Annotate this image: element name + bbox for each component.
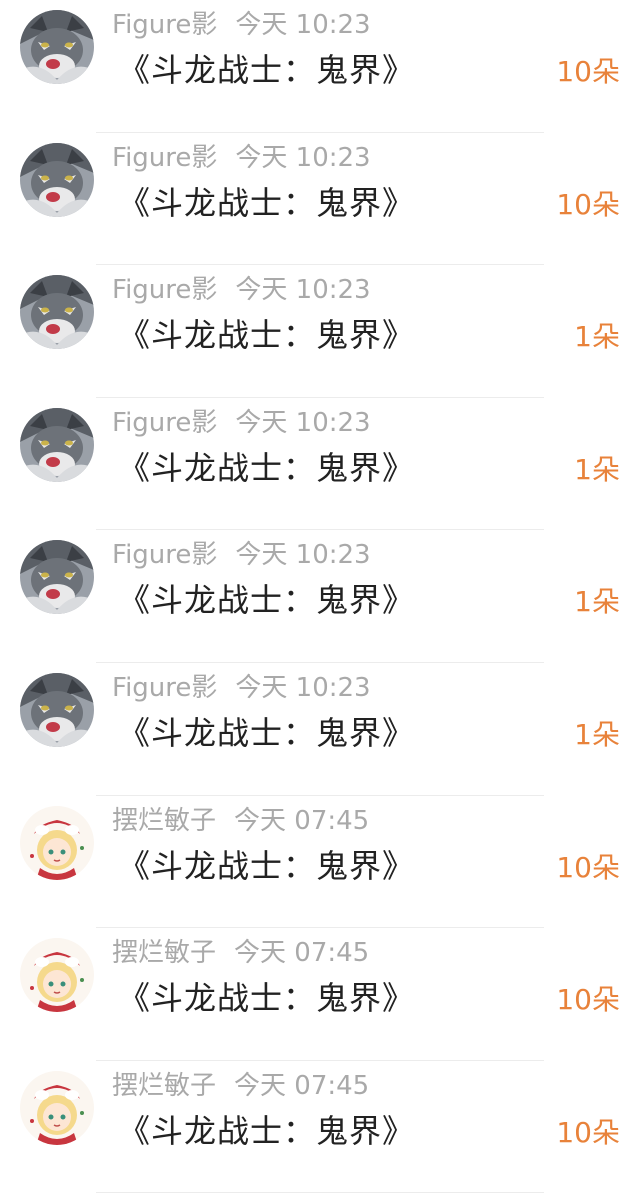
book-title[interactable]: 《斗龙战士：鬼界》 bbox=[118, 1109, 415, 1153]
cat-avatar-icon bbox=[20, 672, 94, 747]
list-item[interactable]: Figure影 今天 10:23 《斗龙战士：鬼界》 10朵 bbox=[0, 133, 640, 266]
timestamp: 今天 07:45 bbox=[234, 938, 370, 969]
user-name[interactable]: 摆烂敏子 bbox=[112, 1071, 216, 1101]
book-title[interactable]: 《斗龙战士：鬼界》 bbox=[118, 313, 415, 357]
list-item[interactable]: Figure影 今天 10:23 《斗龙战士：鬼界》 10朵 bbox=[0, 0, 640, 133]
gift-amount: 10朵 bbox=[556, 1115, 620, 1149]
cat-avatar-icon bbox=[20, 407, 94, 482]
gift-meta: Figure影 今天 10:23 bbox=[112, 538, 371, 572]
user-name[interactable]: Figure影 bbox=[112, 10, 217, 40]
book-title[interactable]: 《斗龙战士：鬼界》 bbox=[118, 48, 415, 92]
gift-meta: Figure影 今天 10:23 bbox=[112, 141, 371, 175]
cat-avatar-icon bbox=[20, 10, 94, 84]
cat-avatar-icon bbox=[20, 142, 94, 217]
list-item[interactable]: 摆烂敏子 今天 07:45 《斗龙战士：鬼界》 10朵 bbox=[0, 928, 640, 1061]
user-name[interactable]: Figure影 bbox=[112, 673, 217, 703]
gift-amount: 1朵 bbox=[574, 452, 620, 486]
avatar[interactable] bbox=[20, 938, 94, 1013]
avatar[interactable] bbox=[20, 142, 94, 217]
gift-meta: Figure影 今天 10:23 bbox=[112, 406, 371, 440]
user-name[interactable]: Figure影 bbox=[112, 143, 217, 173]
cat-avatar-icon bbox=[20, 540, 94, 615]
list-item[interactable]: Figure影 今天 10:23 《斗龙战士：鬼界》 1朵 bbox=[0, 265, 640, 398]
avatar[interactable] bbox=[20, 275, 94, 350]
list-item[interactable]: 摆烂敏子 今天 07:45 《斗龙战士：鬼界》 10朵 bbox=[0, 796, 640, 929]
user-name[interactable]: Figure影 bbox=[112, 275, 217, 305]
avatar[interactable] bbox=[20, 672, 94, 747]
timestamp: 今天 10:23 bbox=[235, 672, 371, 703]
list-item[interactable]: Figure影 今天 10:23 《斗龙战士：鬼界》 1朵 bbox=[0, 663, 640, 796]
timestamp: 今天 10:23 bbox=[235, 10, 371, 40]
anime-girl-avatar-icon bbox=[20, 805, 94, 880]
gift-meta: Figure影 今天 10:23 bbox=[112, 273, 371, 307]
avatar[interactable] bbox=[20, 407, 94, 482]
gift-record-list: Figure影 今天 10:23 《斗龙战士：鬼界》 10朵 Figure影 今天 10… bbox=[0, 0, 640, 1193]
book-title[interactable]: 《斗龙战士：鬼界》 bbox=[118, 976, 415, 1020]
anime-girl-avatar-icon bbox=[20, 1070, 94, 1145]
gift-amount: 10朵 bbox=[556, 187, 620, 221]
list-item[interactable]: 摆烂敏子 今天 07:45 《斗龙战士：鬼界》 10朵 bbox=[0, 1061, 640, 1193]
book-title[interactable]: 《斗龙战士：鬼界》 bbox=[118, 578, 415, 622]
user-name[interactable]: Figure影 bbox=[112, 408, 217, 438]
gift-amount: 1朵 bbox=[574, 320, 620, 354]
gift-meta: 摆烂敏子 今天 07:45 bbox=[112, 936, 369, 970]
book-title[interactable]: 《斗龙战士：鬼界》 bbox=[118, 844, 415, 888]
book-title[interactable]: 《斗龙战士：鬼界》 bbox=[118, 181, 415, 225]
gift-meta: Figure影 今天 10:23 bbox=[112, 8, 371, 42]
list-item[interactable]: Figure影 今天 10:23 《斗龙战士：鬼界》 1朵 bbox=[0, 398, 640, 531]
list-item[interactable]: Figure影 今天 10:23 《斗龙战士：鬼界》 1朵 bbox=[0, 530, 640, 663]
anime-girl-avatar-icon bbox=[20, 938, 94, 1013]
gift-amount: 10朵 bbox=[556, 850, 620, 884]
gift-amount: 10朵 bbox=[556, 55, 620, 88]
timestamp: 今天 10:23 bbox=[235, 142, 371, 173]
avatar[interactable] bbox=[20, 1070, 94, 1145]
user-name[interactable]: Figure影 bbox=[112, 540, 217, 570]
timestamp: 今天 10:23 bbox=[235, 540, 371, 571]
gift-meta: 摆烂敏子 今天 07:45 bbox=[112, 804, 369, 838]
gift-amount: 1朵 bbox=[574, 585, 620, 619]
timestamp: 今天 07:45 bbox=[234, 805, 370, 836]
cat-avatar-icon bbox=[20, 275, 94, 350]
avatar[interactable] bbox=[20, 10, 94, 84]
gift-meta: 摆烂敏子 今天 07:45 bbox=[112, 1069, 369, 1103]
user-name[interactable]: 摆烂敏子 bbox=[112, 806, 216, 836]
gift-amount: 10朵 bbox=[556, 983, 620, 1017]
user-name[interactable]: 摆烂敏子 bbox=[112, 938, 216, 968]
book-title[interactable]: 《斗龙战士：鬼界》 bbox=[118, 446, 415, 490]
gift-meta: Figure影 今天 10:23 bbox=[112, 671, 371, 705]
book-title[interactable]: 《斗龙战士：鬼界》 bbox=[118, 711, 415, 755]
avatar[interactable] bbox=[20, 805, 94, 880]
avatar[interactable] bbox=[20, 540, 94, 615]
gift-amount: 1朵 bbox=[574, 717, 620, 751]
timestamp: 今天 10:23 bbox=[235, 275, 371, 306]
timestamp: 今天 10:23 bbox=[235, 407, 371, 438]
timestamp: 今天 07:45 bbox=[234, 1070, 370, 1101]
